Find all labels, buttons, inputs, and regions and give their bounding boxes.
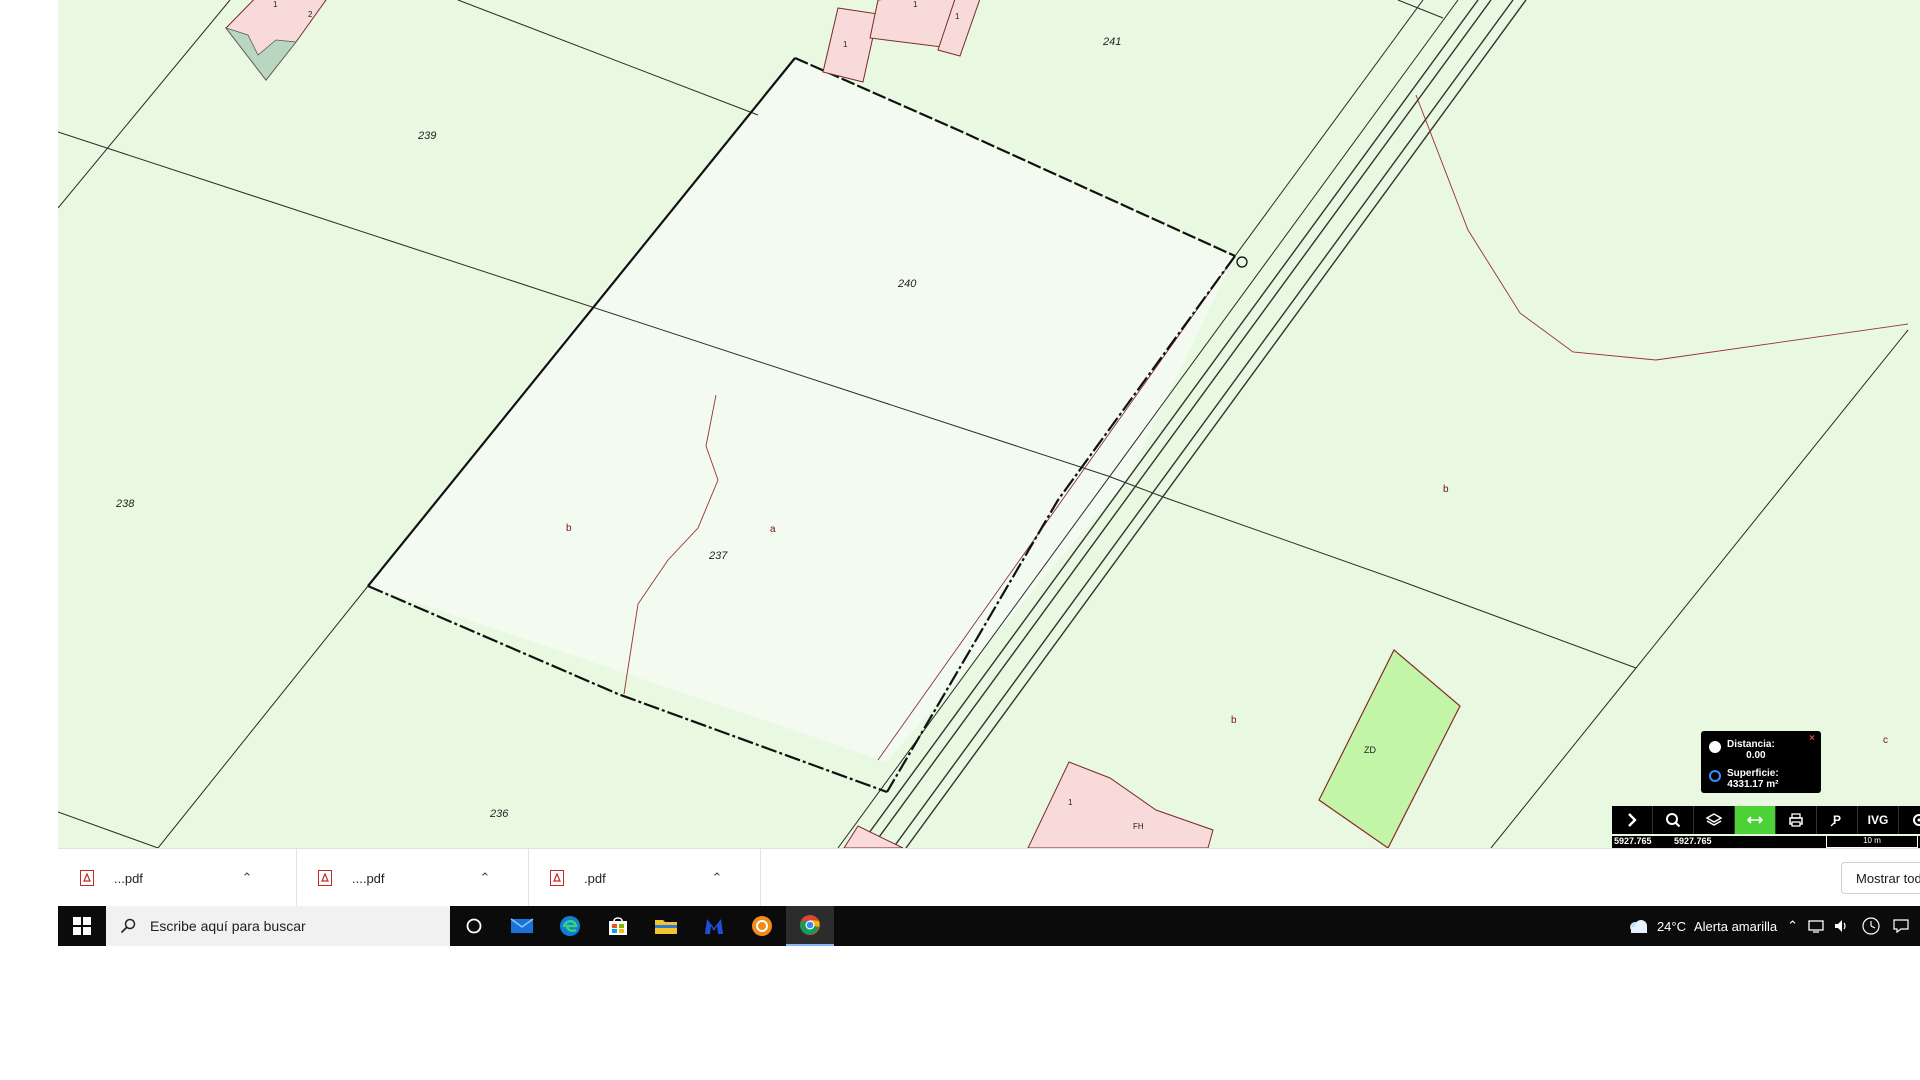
chevron-up-icon[interactable]: ⌃	[1787, 918, 1798, 934]
malwarebytes-app[interactable]	[690, 906, 738, 946]
map-toolbar: P IVG	[1612, 806, 1920, 834]
chevron-up-icon[interactable]: ⌃	[234, 870, 260, 886]
chevron-up-icon[interactable]: ⌃	[472, 870, 498, 886]
ivg-button[interactable]: IVG	[1858, 806, 1899, 834]
pdf-icon	[550, 870, 564, 886]
parcel-label: 240	[898, 278, 917, 290]
building-label: 1	[913, 0, 918, 9]
store-app[interactable]	[594, 906, 642, 946]
screen: 239 240 241 238 237 236 b a b b c 1 1 1 …	[58, 0, 1920, 946]
measure-icon	[1746, 816, 1764, 824]
download-item[interactable]: ...pdf ⌃	[58, 849, 297, 907]
layers-icon	[1705, 813, 1723, 826]
print-button[interactable]	[1776, 806, 1817, 834]
chevron-right-icon	[1628, 813, 1637, 827]
file-explorer-app[interactable]	[642, 906, 690, 946]
parcel-label: 238	[116, 498, 135, 510]
pdf-icon	[318, 870, 332, 886]
building-label: FH	[1133, 822, 1144, 831]
weather-alert: Alerta amarilla	[1694, 918, 1778, 934]
subparcel-label: b	[566, 523, 572, 534]
download-item[interactable]: .pdf ⌃	[528, 849, 761, 907]
clock-icon[interactable]	[1860, 915, 1882, 937]
download-filename: ...pdf	[114, 870, 143, 886]
taskbar: Escribe aquí para buscar 24°C Alerta ama…	[58, 906, 1920, 946]
parcel-label: 237	[709, 550, 728, 562]
parking-button[interactable]: P	[1817, 806, 1858, 834]
taskbar-search[interactable]: Escribe aquí para buscar	[106, 906, 450, 946]
chevron-up-icon[interactable]: ⌃	[704, 870, 730, 886]
distance-value: 0.00	[1746, 750, 1766, 761]
downloads-bar: ...pdf ⌃ ....pdf ⌃ .pdf ⌃	[58, 848, 1920, 907]
subparcel-label: a	[770, 524, 776, 535]
weather-widget[interactable]: 24°C Alerta amarilla	[1627, 918, 1777, 934]
volume-icon[interactable]	[1834, 919, 1850, 933]
measure-panel: × Distancia: 0.00 Superficie: 4331.17 m²	[1701, 731, 1821, 793]
distance-label: Distancia:	[1727, 739, 1775, 750]
subparcel-label: c	[1883, 735, 1888, 746]
notification-icon[interactable]	[1892, 918, 1910, 934]
parcel-label: 236	[490, 808, 509, 820]
svg-text:P: P	[1833, 813, 1841, 827]
building-label: 2	[308, 10, 313, 19]
start-button[interactable]	[58, 906, 106, 946]
expand-button[interactable]	[1612, 806, 1653, 834]
tools-icon	[1913, 814, 1920, 826]
edge-icon	[560, 916, 580, 936]
mail-app[interactable]	[498, 906, 546, 946]
layers-button[interactable]	[1694, 806, 1735, 834]
building-label: 1	[1068, 798, 1073, 807]
cortana-icon	[466, 918, 482, 934]
download-filename: ....pdf	[352, 870, 385, 886]
folder-icon	[655, 920, 677, 934]
system-tray: 24°C Alerta amarilla ⌃	[1627, 906, 1920, 946]
cadastral-map[interactable]: 239 240 241 238 237 236 b a b b c 1 1 1 …	[58, 0, 1920, 848]
search-icon	[1666, 813, 1681, 828]
task-view-button[interactable]	[450, 906, 498, 946]
parcel-label: 241	[1103, 36, 1122, 48]
building-label: 1	[843, 40, 848, 49]
tools-button[interactable]	[1899, 806, 1920, 834]
map-drawing	[58, 0, 1909, 848]
orange-app[interactable]	[738, 906, 786, 946]
cloud-icon	[1629, 920, 1647, 933]
subparcel-label: b	[1231, 715, 1237, 726]
scale-bar: 10 m	[1826, 836, 1918, 848]
area-label: Superficie:	[1727, 768, 1779, 779]
windows-icon	[73, 917, 91, 935]
download-filename: .pdf	[584, 870, 606, 886]
chrome-app[interactable]	[786, 906, 834, 946]
coord-y: 5927.765	[1674, 836, 1712, 846]
print-icon	[1789, 813, 1803, 827]
area-radio[interactable]	[1709, 770, 1721, 782]
store-icon	[609, 917, 627, 935]
parking-icon: P	[1830, 813, 1841, 827]
measure-button[interactable]	[1735, 806, 1776, 834]
building-label: ZD	[1364, 745, 1376, 755]
mail-icon	[510, 918, 534, 933]
pdf-icon	[80, 870, 94, 886]
weather-temp: 24°C	[1656, 918, 1686, 934]
building-label: 1	[955, 12, 960, 21]
search-button[interactable]	[1653, 806, 1694, 834]
gear-icon	[752, 916, 772, 936]
distance-option[interactable]: Distancia: 0.00	[1709, 739, 1775, 761]
close-icon[interactable]: ×	[1809, 733, 1815, 744]
m-logo-icon	[705, 919, 723, 934]
search-placeholder: Escribe aquí para buscar	[150, 918, 306, 934]
building-label: 1	[273, 0, 278, 9]
subparcel-label: b	[1443, 484, 1449, 495]
search-icon	[120, 918, 136, 934]
area-option[interactable]: Superficie: 4331.17 m²	[1709, 768, 1779, 790]
edge-app[interactable]	[546, 906, 594, 946]
show-all-button[interactable]: Mostrar tod	[1841, 862, 1920, 894]
network-icon[interactable]	[1808, 919, 1824, 933]
distance-radio[interactable]	[1709, 741, 1721, 753]
coord-x: 5927.765	[1614, 836, 1652, 846]
parcel-label: 239	[418, 130, 437, 142]
download-item[interactable]: ....pdf ⌃	[296, 849, 529, 907]
area-value: 4331.17 m²	[1727, 779, 1779, 790]
chrome-icon	[800, 915, 820, 935]
